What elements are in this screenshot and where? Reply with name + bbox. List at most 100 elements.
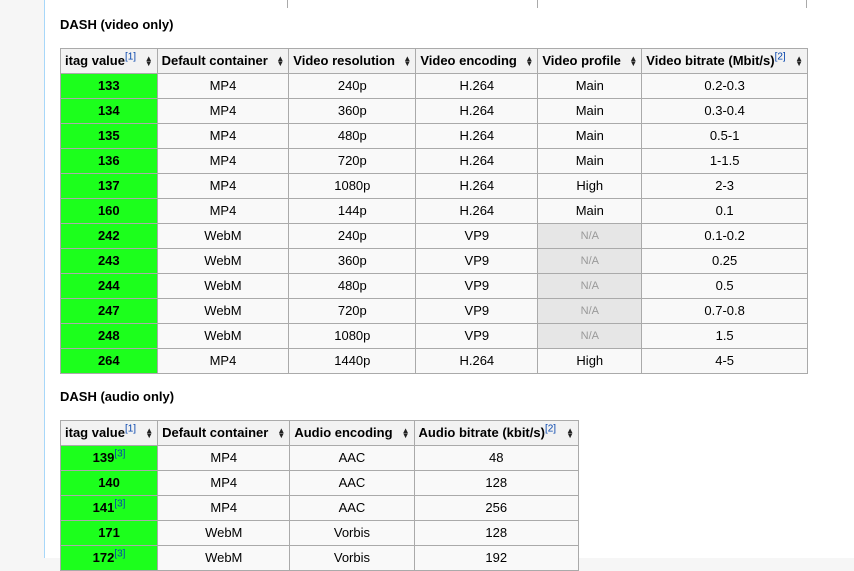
cell-resolution: 720p [288,298,417,324]
cell-profile: High [537,173,643,199]
cell-resolution: 240p [288,223,417,249]
table-row: 172[3] WebM Vorbis 192 [59,545,580,571]
itag-value: 171 [98,525,120,540]
column-header[interactable]: Default container ▲ ▼ [156,48,290,74]
video-section-heading: DASH (video only) [60,17,174,32]
itag-value: 137 [97,178,120,193]
column-header[interactable]: itag value[1] ▲ ▼ [59,420,159,446]
cell-itag: 139[3] [59,445,159,471]
cell-container: WebM [156,223,290,249]
column-header[interactable]: Audio encoding ▲ ▼ [289,420,415,446]
itag-value: 242 [97,228,120,243]
video-formats-table: itag value[1] ▲ ▼ Default container ▲ ▼ Video … [60,48,808,374]
cell-bitrate: 128 [413,470,580,496]
cell-itag: 136 [60,148,158,174]
cell-container: MP4 [156,348,290,374]
column-header-label: Video encoding [420,53,517,68]
cell-encoding: AAC [289,470,415,496]
cell-bitrate: 256 [413,495,580,521]
sort-arrows-icon[interactable]: ▲ ▼ [566,427,574,440]
cell-bitrate: 0.1-0.2 [641,223,808,249]
cell-encoding: H.264 [415,98,539,124]
sort-arrows-icon[interactable]: ▲ ▼ [145,55,153,68]
cell-profile: N/A [537,223,643,249]
cell-container: WebM [156,248,290,274]
cell-itag: 134 [60,98,158,124]
cell-container: MP4 [156,198,290,224]
cell-itag: 171 [59,520,159,546]
cell-profile: N/A [537,273,643,299]
column-header[interactable]: Default container ▲ ▼ [157,420,291,446]
cell-encoding: H.264 [415,173,539,199]
column-header[interactable]: Video encoding ▲ ▼ [415,48,539,74]
sort-arrows-icon[interactable]: ▲ ▼ [402,427,410,440]
column-header[interactable]: itag value[1] ▲ ▼ [60,48,158,74]
column-header[interactable]: Audio bitrate (kbit/s)[2] ▲ ▼ [413,420,580,446]
cell-bitrate: 0.2-0.3 [641,73,808,99]
table-row: 244 WebM 480p VP9 N/A 0.5 [60,273,808,299]
itag-value: 136 [97,153,120,168]
reference-link[interactable]: [2] [545,424,556,435]
cell-container: WebM [156,298,290,324]
cell-container: MP4 [156,98,290,124]
cell-resolution: 720p [288,148,417,174]
column-header-label: Video profile [542,53,621,68]
cell-encoding: H.264 [415,73,539,99]
table-row: 141[3] MP4 AAC 256 [59,495,580,521]
column-header-label: itag value [65,53,125,68]
column-header[interactable]: Video profile ▲ ▼ [537,48,643,74]
table-row: 242 WebM 240p VP9 N/A 0.1-0.2 [60,223,808,249]
cell-encoding: H.264 [415,123,539,149]
table-row: 247 WebM 720p VP9 N/A 0.7-0.8 [60,298,808,324]
column-header-label: Video bitrate (Mbit/s) [646,53,775,68]
table-row: 264 MP4 1440p H.264 High 4-5 [60,348,808,374]
audio-formats-table: itag value[1] ▲ ▼ Default container ▲ ▼ Audio … [59,420,580,571]
table-row: 137 MP4 1080p H.264 High 2-3 [60,173,808,199]
column-header[interactable]: Video bitrate (Mbit/s)[2] ▲ ▼ [641,48,808,74]
column-header-label: Default container [162,425,269,440]
cell-bitrate: 0.1 [641,198,808,224]
cell-itag: 160 [60,198,158,224]
cell-resolution: 1080p [288,173,417,199]
sort-arrows-icon[interactable]: ▲ ▼ [276,55,284,68]
cell-resolution: 360p [288,98,417,124]
cell-bitrate: 0.25 [641,248,808,274]
cell-bitrate: 4-5 [641,348,808,374]
table-row: 135 MP4 480p H.264 Main 0.5-1 [60,123,808,149]
cell-bitrate: 0.5-1 [641,123,808,149]
cell-bitrate: 0.5 [641,273,808,299]
cell-container: MP4 [157,470,291,496]
sort-arrows-icon[interactable]: ▲ ▼ [403,55,411,68]
column-header-label: Video resolution [293,53,395,68]
cell-resolution: 480p [288,123,417,149]
cell-container: MP4 [156,173,290,199]
reference-link[interactable]: [3] [114,549,125,560]
sort-arrows-icon[interactable]: ▲ ▼ [629,55,637,68]
sort-arrows-icon[interactable]: ▲ ▼ [277,427,285,440]
cell-itag: 264 [60,348,158,374]
table-row: 136 MP4 720p H.264 Main 1-1.5 [60,148,808,174]
itag-value: 133 [97,78,120,93]
column-header[interactable]: Video resolution ▲ ▼ [288,48,417,74]
reference-link[interactable]: [1] [125,52,136,63]
cell-itag: 248 [60,323,158,349]
cell-encoding: VP9 [415,323,539,349]
reference-link[interactable]: [1] [125,424,136,435]
cell-itag: 244 [60,273,158,299]
cell-itag: 243 [60,248,158,274]
reference-link[interactable]: [3] [114,499,125,510]
cell-resolution: 1440p [288,348,417,374]
cell-itag: 133 [60,73,158,99]
column-header-label: itag value [65,425,125,440]
column-header-label: Audio bitrate (kbit/s) [418,425,545,440]
cell-container: WebM [156,273,290,299]
sort-arrows-icon[interactable]: ▲ ▼ [795,55,803,68]
reference-link[interactable]: [3] [114,449,125,460]
reference-link[interactable]: [2] [775,52,786,63]
cell-container: MP4 [157,495,291,521]
cell-resolution: 144p [288,198,417,224]
sort-arrows-icon[interactable]: ▲ ▼ [145,427,153,440]
cell-encoding: VP9 [415,273,539,299]
sort-arrows-icon[interactable]: ▲ ▼ [525,55,533,68]
table-border-stub [287,0,288,8]
